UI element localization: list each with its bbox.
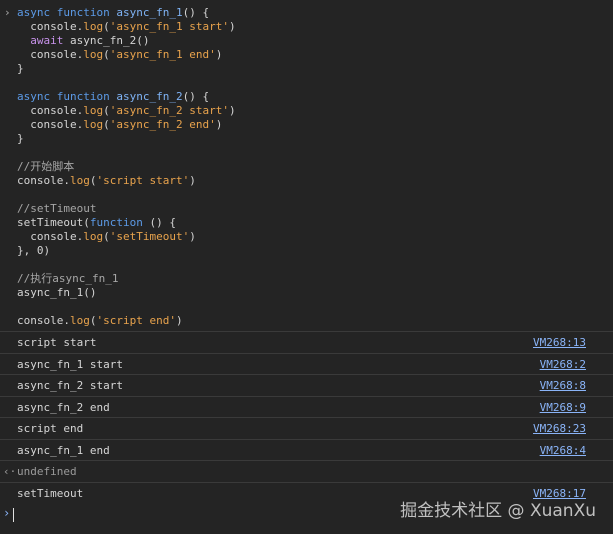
code-line: //setTimeout <box>17 202 96 216</box>
code-token: log <box>69 174 90 187</box>
code-line: console.log('async_fn_1 start') <box>17 20 236 34</box>
code-token: } <box>17 132 24 145</box>
code-token: async <box>17 6 57 19</box>
code-token: console. <box>17 174 70 187</box>
code-token: async_fn_2 <box>116 90 183 103</box>
code-line: console.log('setTimeout') <box>17 230 196 244</box>
code-line: await async_fn_2() <box>17 34 149 48</box>
console-log-row: async_fn_2 start VM268:8 <box>0 374 613 395</box>
code-token: console. <box>17 118 84 131</box>
code-token: ( <box>103 230 110 243</box>
console-log-row: async_fn_2 end VM268:9 <box>0 395 613 417</box>
code-token: ) <box>215 118 223 131</box>
console-log-row: async_fn_1 start VM268:2 <box>0 352 613 374</box>
log-message: undefined <box>17 465 77 478</box>
log-message: script end <box>17 422 84 435</box>
code-token: function <box>56 6 117 19</box>
console-prompt-chevron-icon: › <box>3 506 11 520</box>
code-token: ) <box>215 48 223 61</box>
console-log-row: async_fn_1 end VM268:4 <box>0 438 613 460</box>
log-message: async_fn_2 start <box>17 379 123 392</box>
code-token: function <box>89 216 150 229</box>
code-line: }, 0) <box>17 244 50 258</box>
code-token: ( <box>103 20 110 33</box>
code-token: } <box>17 62 24 75</box>
code-line: //开始脚本 <box>17 160 74 174</box>
console-log-row: script end VM268:23 <box>0 417 613 438</box>
code-token: 'async_fn_1 end' <box>109 48 216 61</box>
code-token: function <box>56 90 117 103</box>
log-source-link[interactable]: VM268:8 <box>540 379 586 393</box>
code-token: await <box>17 34 70 47</box>
code-token: ( <box>103 48 110 61</box>
log-message: async_fn_1 start <box>17 357 123 371</box>
code-token: async_fn_2() <box>69 34 150 47</box>
code-token: () { <box>182 6 210 19</box>
code-token: ) <box>189 174 196 187</box>
code-token: ) <box>175 314 183 327</box>
code-token: ( <box>103 118 110 131</box>
code-token: async_fn_1() <box>17 286 97 299</box>
code-token: 'setTimeout' <box>109 230 190 243</box>
code-token: log <box>83 48 104 61</box>
console-return-row: ‹· undefined <box>0 460 613 481</box>
log-message: async_fn_1 end <box>17 443 110 457</box>
code-token: //执行async_fn_1 <box>17 272 119 285</box>
code-line: console.log('script start') <box>17 174 196 188</box>
code-line: console.log('script end') <box>17 314 183 328</box>
log-source-link[interactable]: VM268:4 <box>540 444 586 458</box>
code-token: setTimeout( <box>17 216 90 229</box>
code-line: console.log('async_fn_1 end') <box>17 48 222 62</box>
code-token: 'async_fn_2 start' <box>109 104 229 117</box>
code-token: console. <box>17 104 84 117</box>
code-token: console. <box>17 314 70 327</box>
code-line: async function async_fn_2() { <box>17 90 209 104</box>
log-source-link[interactable]: VM268:23 <box>533 422 586 436</box>
code-token: console. <box>17 20 84 33</box>
log-source-link[interactable]: VM268:13 <box>533 336 586 350</box>
code-token: console. <box>17 48 84 61</box>
code-line: console.log('async_fn_2 end') <box>17 118 222 132</box>
code-token: }, 0) <box>17 244 51 257</box>
code-token: 'script start' <box>96 174 190 187</box>
code-line: //执行async_fn_1 <box>17 272 118 286</box>
return-arrow-icon: ‹· <box>3 465 17 478</box>
code-line: setTimeout(function () { <box>17 216 176 230</box>
log-message: async_fn_2 end <box>17 400 110 414</box>
console-input-caret[interactable] <box>13 508 14 522</box>
code-line: } <box>17 62 24 76</box>
log-message: script start <box>17 336 97 349</box>
console-log-row: script start VM268:13 <box>0 331 613 352</box>
code-token: 'async_fn_2 end' <box>109 118 216 131</box>
code-token: ) <box>228 20 236 33</box>
code-token: 'async_fn_1 start' <box>109 20 229 33</box>
code-token: log <box>83 230 104 243</box>
code-line: console.log('async_fn_2 start') <box>17 104 236 118</box>
log-source-link[interactable]: VM268:2 <box>540 358 586 372</box>
code-token: log <box>83 104 104 117</box>
code-line: async_fn_1() <box>17 286 96 300</box>
code-token: ) <box>189 230 196 243</box>
code-token: log <box>83 20 104 33</box>
log-message: setTimeout <box>17 486 84 500</box>
watermark: 掘金技术社区 @ XuanXu <box>400 501 596 521</box>
code-token: ) <box>228 104 236 117</box>
code-token: ( <box>103 104 110 117</box>
code-token: //开始脚本 <box>17 160 75 173</box>
code-token: () { <box>149 216 176 229</box>
code-token: //setTimeout <box>17 202 97 215</box>
code-token: log <box>83 118 104 131</box>
code-token: 'script end' <box>96 314 176 327</box>
log-source-link[interactable]: VM268:9 <box>540 401 586 415</box>
code-token: log <box>69 314 90 327</box>
code-line: async function async_fn_1() { <box>17 6 209 20</box>
code-token: () { <box>182 90 210 103</box>
code-token: async <box>17 90 57 103</box>
code-token: console. <box>17 230 84 243</box>
code-line: } <box>17 132 24 146</box>
input-echo-chevron-icon: › <box>4 6 11 19</box>
code-token: async_fn_1 <box>116 6 183 19</box>
